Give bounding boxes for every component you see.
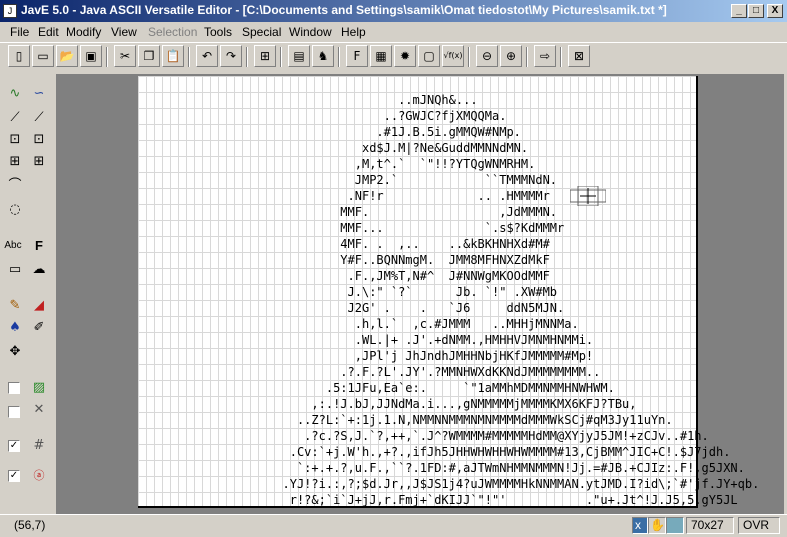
select-all-icon[interactable]: ⊞ xyxy=(254,45,276,67)
antialias-icon[interactable]: ⓐ xyxy=(28,466,50,486)
text-tool-icon[interactable]: F xyxy=(346,45,368,67)
title-bar: J JavE 5.0 - Java ASCII Versatile Editor… xyxy=(0,0,787,22)
polyline-icon[interactable]: ⌒ xyxy=(4,176,26,196)
toolbar-separator xyxy=(338,47,340,67)
freehand-icon[interactable]: ∿ xyxy=(4,84,26,104)
select-lasso-icon[interactable]: ☁ xyxy=(28,260,50,280)
menu-edit[interactable]: Edit xyxy=(38,25,59,39)
box-icon[interactable]: ⊞ xyxy=(4,152,26,172)
minimize-button[interactable]: _ xyxy=(731,4,747,18)
open-icon[interactable]: 📂 xyxy=(56,45,78,67)
curve-icon[interactable]: ∽ xyxy=(28,84,50,104)
cursor-position: (56,7) xyxy=(14,518,46,532)
app-icon[interactable]: J xyxy=(3,4,17,18)
toolbar-separator xyxy=(468,47,470,67)
ascii-art: ..mJNQh&... ..?GWJC?fjXMQQMa. .#1J.B.5i.… xyxy=(282,93,760,507)
move-icon[interactable]: ✥ xyxy=(4,342,26,362)
grid-checkbox[interactable]: ✓ xyxy=(8,440,20,452)
new-file-icon[interactable]: ▯ xyxy=(8,45,30,67)
drawing-canvas[interactable]: ..mJNQh&... ..?GWJC?fjXMQQMa. .#1J.B.5i.… xyxy=(138,76,759,508)
zoom-in-icon[interactable]: ⊕ xyxy=(500,45,522,67)
menu-tools[interactable]: Tools xyxy=(204,25,232,39)
toolbar-separator xyxy=(106,47,108,67)
film-icon[interactable]: ▤ xyxy=(288,45,310,67)
menu-selection[interactable]: Selection xyxy=(148,25,197,39)
eraser-icon[interactable]: ◢ xyxy=(28,296,50,316)
toolbar-separator xyxy=(526,47,528,67)
camel-icon[interactable]: ♞ xyxy=(312,45,334,67)
redo-icon[interactable]: ↷ xyxy=(220,45,242,67)
copy-icon[interactable]: ❐ xyxy=(138,45,160,67)
pencil-icon[interactable]: ✎ xyxy=(4,296,26,316)
toolbar-separator xyxy=(246,47,248,67)
line-icon[interactable]: ⟋ xyxy=(4,108,26,128)
menu-special[interactable]: Special xyxy=(242,25,281,39)
export-icon[interactable]: ⇨ xyxy=(534,45,556,67)
paint-bucket-icon[interactable]: ♠ xyxy=(4,318,26,338)
crosshair-checkbox[interactable] xyxy=(8,406,20,418)
close-button[interactable]: X xyxy=(767,4,783,18)
overwrite-mode[interactable]: OVR xyxy=(738,517,780,534)
rectangle-filled-icon[interactable]: ⊡ xyxy=(28,130,50,150)
new-window-icon[interactable]: ▭ xyxy=(32,45,54,67)
grid-icon[interactable]: # xyxy=(28,436,50,456)
menu-bar: File Edit Modify View Selection Tools Sp… xyxy=(0,22,787,42)
brush-icon[interactable]: ✐ xyxy=(28,318,50,338)
menu-file[interactable]: File xyxy=(10,25,29,39)
hand-icon[interactable]: ✋ xyxy=(648,517,666,534)
menu-help[interactable]: Help xyxy=(341,25,366,39)
toolbar-separator xyxy=(560,47,562,67)
status-bar: (56,7) x ✋ 70x27 OVR xyxy=(0,514,787,537)
mode-x-indicator[interactable]: x xyxy=(632,517,648,534)
toolbar-separator xyxy=(188,47,190,67)
maximize-button[interactable]: □ xyxy=(748,4,764,18)
landscape-icon[interactable]: ▨ xyxy=(28,378,50,398)
rectangle-icon[interactable]: ⊡ xyxy=(4,130,26,150)
save-icon[interactable]: ▣ xyxy=(80,45,102,67)
line-arrow-icon[interactable]: ⟋ xyxy=(28,108,50,128)
tool-palette: ∿ ∽ ⟋ ⟋ ⊡ ⊡ ⊞ ⊞ ⌒ ◌ Abc F ▭ ☁ ✎ ◢ ♠ ✐ ✥ … xyxy=(0,74,54,514)
toolbar-separator xyxy=(280,47,282,67)
paste-icon[interactable]: 📋 xyxy=(162,45,184,67)
menu-view[interactable]: View xyxy=(111,25,137,39)
color-indicator xyxy=(666,517,684,534)
gear-icon[interactable]: ✹ xyxy=(394,45,416,67)
crosshair-icon[interactable]: ✕ xyxy=(28,400,50,420)
box-alt-icon[interactable]: ⊞ xyxy=(28,152,50,172)
formula-icon[interactable]: √f(x) xyxy=(442,45,464,67)
undo-icon[interactable]: ↶ xyxy=(196,45,218,67)
window-title: JavE 5.0 - Java ASCII Versatile Editor -… xyxy=(21,3,667,17)
cut-icon[interactable]: ✂ xyxy=(114,45,136,67)
background-checkbox[interactable] xyxy=(8,382,20,394)
text-icon[interactable]: Abc xyxy=(2,236,24,256)
frame-icon[interactable]: ▢ xyxy=(418,45,440,67)
image-icon[interactable]: ▦ xyxy=(370,45,392,67)
toolbar: ▯ ▭ 📂 ▣ ✂ ❐ 📋 ↶ ↷ ⊞ ▤ ♞ F ▦ ✹ ▢ √f(x) ⊖ … xyxy=(0,42,787,70)
circle-icon[interactable]: ◌ xyxy=(4,200,26,220)
close-doc-icon[interactable]: ⊠ xyxy=(568,45,590,67)
zoom-out-icon[interactable]: ⊖ xyxy=(476,45,498,67)
canvas-size: 70x27 xyxy=(686,517,734,534)
crosshair-cursor-icon xyxy=(570,186,606,206)
menu-modify[interactable]: Modify xyxy=(66,25,101,39)
antialias-checkbox[interactable]: ✓ xyxy=(8,470,20,482)
select-rect-icon[interactable]: ▭ xyxy=(4,260,26,280)
font-icon[interactable]: F xyxy=(28,236,50,256)
menu-window[interactable]: Window xyxy=(289,25,332,39)
